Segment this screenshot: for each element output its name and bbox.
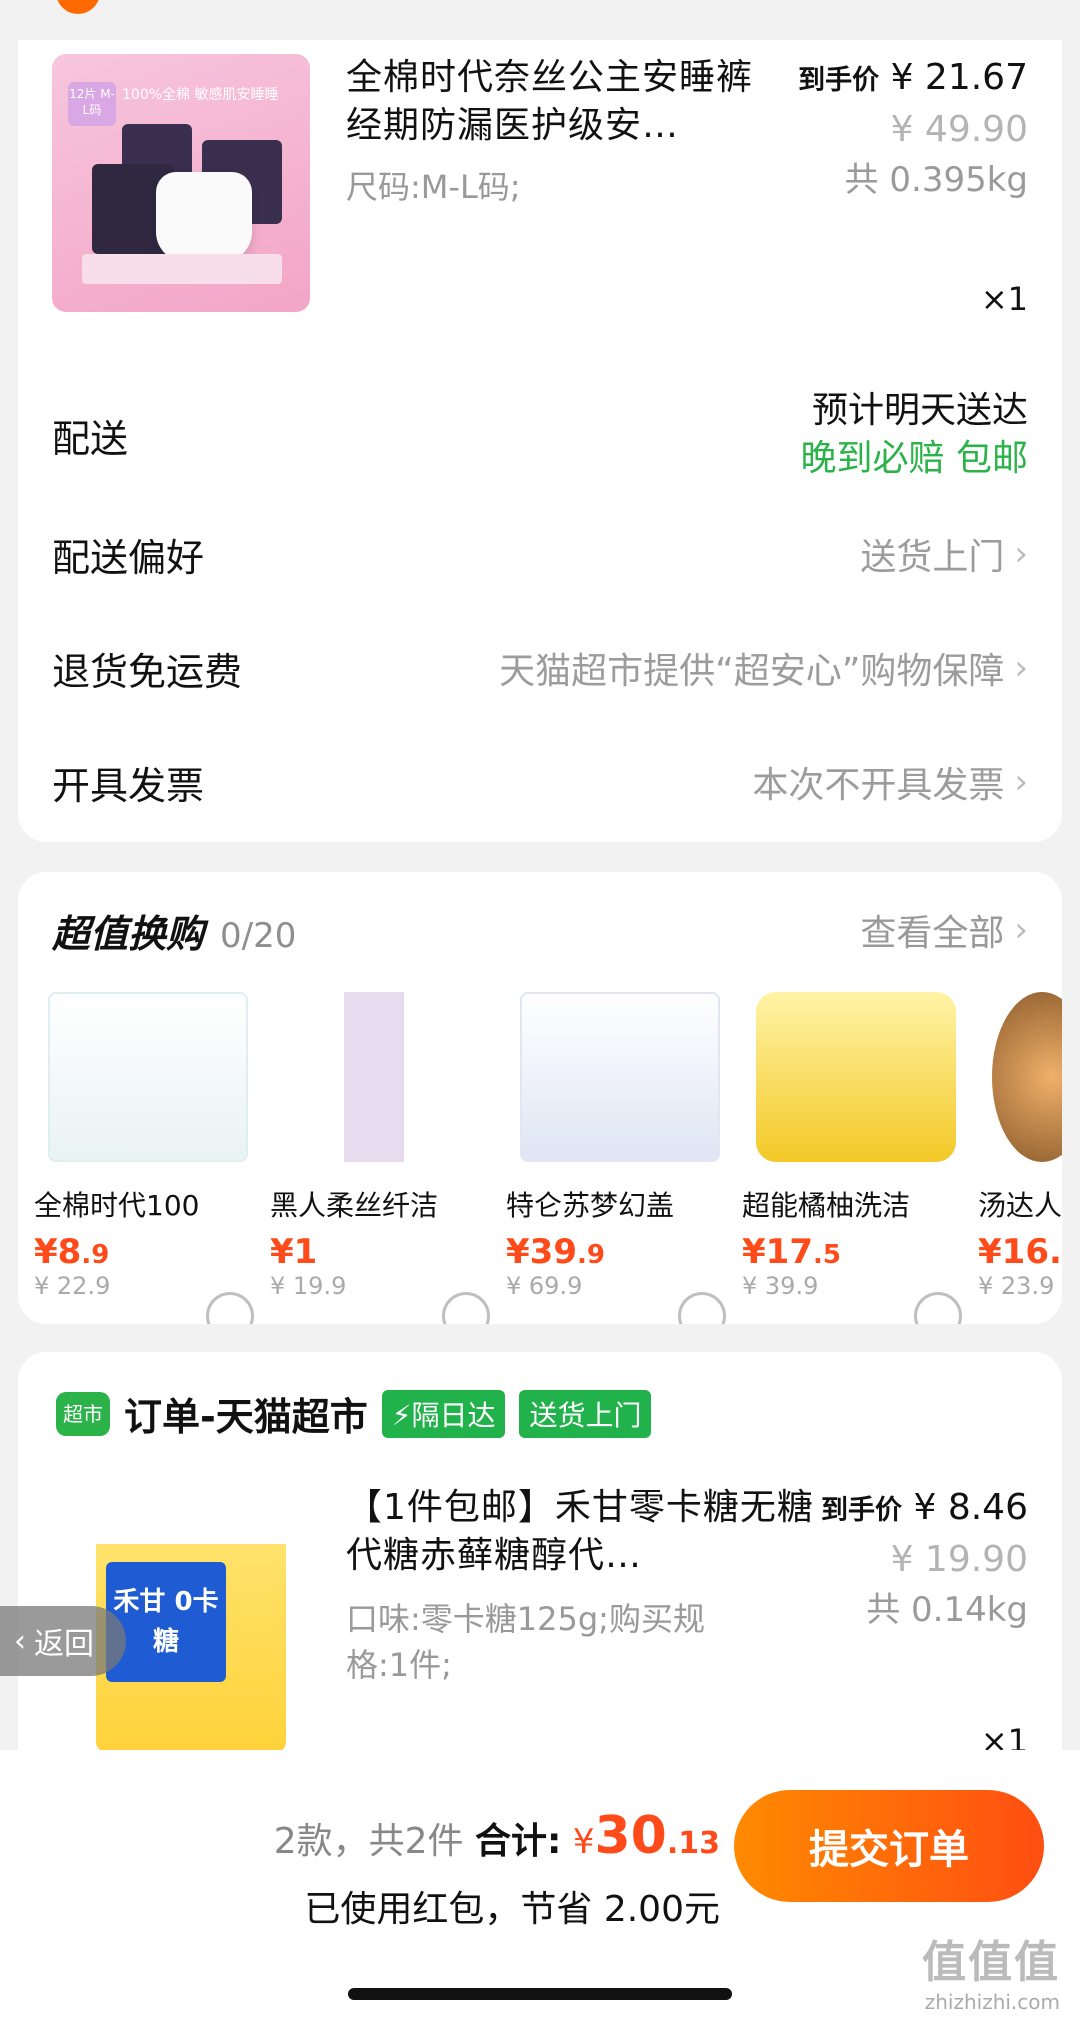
- chevron-right-icon: ›: [1014, 910, 1028, 950]
- order-card-1: 12片 M-L码 100%全棉 敏感肌安睡睡 全棉时代奈丝公主安睡裤经期防漏医护…: [18, 40, 1062, 842]
- swap-item-price: ¥16.: [978, 1232, 1062, 1272]
- swap-item-name: 超能橘柚洗洁: [742, 1189, 911, 1222]
- door-delivery-tag: 送货上门: [519, 1389, 652, 1438]
- swap-item-name: 黑人柔丝纤洁: [270, 1189, 439, 1222]
- swap-item-name: 特仑苏梦幻盖: [506, 1189, 675, 1222]
- delivery-pref-value: 送货上门: [860, 537, 1005, 578]
- swap-section: 超值换购 0/20 查看全部 › 全棉时代100 ¥8.9 ¥ 22.9 黑人柔丝纤…: [18, 872, 1062, 1324]
- delivery-pref-label: 配送偏好: [52, 535, 205, 580]
- back-label: 返回: [34, 1627, 94, 1662]
- delivery-guarantee: 晚到必赔 包邮: [800, 438, 1028, 479]
- swap-item-name: 全棉时代100: [34, 1189, 200, 1222]
- invoice-label: 开具发票: [52, 763, 205, 808]
- return-value: 天猫超市提供“超安心”购物保障: [499, 651, 1005, 692]
- product-2-price: 到手价 ¥ 8.46: [821, 1487, 1028, 1528]
- delivery-label: 配送: [52, 416, 129, 461]
- product-1-spec: 尺码:M-L码;: [346, 168, 521, 206]
- delivery-info: 预计明天送达 晚到必赔 包邮: [801, 387, 1028, 483]
- delivery-row: 配送 预计明天送达 晚到必赔 包邮: [52, 380, 1028, 490]
- product-1-price: 到手价 ¥ 21.67: [798, 57, 1028, 98]
- savings-text: 已使用红包，节省 2.00元: [304, 1889, 720, 1930]
- return-row[interactable]: 退货免运费 天猫超市提供“超安心”购物保障 ›: [52, 618, 1028, 718]
- swap-title: 超值换购 0/20: [52, 911, 297, 956]
- swap-item[interactable]: 特仑苏梦幻盖 ¥39.9 ¥ 69.9: [506, 992, 736, 1324]
- noodle-image: [992, 992, 1062, 1162]
- product-1-price-col: 到手价 ¥ 21.67 ¥ 49.90 共 0.395kg: [798, 54, 1028, 205]
- home-indicator[interactable]: [348, 1988, 732, 2000]
- swap-item-name: 汤达人: [978, 1189, 1062, 1222]
- watermark: 值值值 zhizhizhi.com: [922, 1937, 1060, 2014]
- currency-symbol: ¥: [572, 1822, 595, 1862]
- supermarket-icon: 超市: [56, 1391, 110, 1436]
- swap-item-orig-price: ¥ 23.9: [978, 1272, 1055, 1300]
- total-decimal: .13: [666, 1826, 720, 1861]
- swap-item-price: ¥39.9: [506, 1232, 605, 1272]
- total-line: 2款，共2件 合计: ¥30.13: [274, 1806, 720, 1866]
- swap-item-price: ¥8.9: [34, 1232, 110, 1272]
- tissue-image: [48, 992, 248, 1162]
- product-2-spec: 口味:零卡糖125g;购买规格:1件;: [346, 1600, 705, 1684]
- product-2-price-col: 到手价 ¥ 8.46 ¥ 19.90 共 0.14kg: [821, 1484, 1028, 1635]
- item-count: 2款，共2件: [273, 1821, 464, 1862]
- product-1-qty: ×1: [980, 280, 1028, 318]
- chevron-left-icon: ‹: [14, 1623, 26, 1659]
- product-2-title[interactable]: 【1件包邮】禾甘零卡糖无糖代糖赤藓糖醇代…: [346, 1484, 826, 1580]
- chevron-right-icon: ›: [1014, 762, 1028, 802]
- product-1-weight: 共 0.395kg: [844, 160, 1028, 200]
- next-day-tag: ⚡隔日达: [381, 1389, 506, 1438]
- delivery-eta: 预计明天送达: [811, 390, 1028, 431]
- dish-soap-image: [756, 992, 956, 1162]
- delivery-pref-row[interactable]: 配送偏好 送货上门 ›: [52, 504, 1028, 604]
- product-2-original-price: ¥ 19.90: [890, 1539, 1028, 1580]
- product-1-original-price: ¥ 49.90: [890, 109, 1028, 150]
- top-orange-badge: [56, 0, 100, 14]
- submit-order-button[interactable]: 提交订单: [734, 1790, 1044, 1902]
- total-integer: 30: [594, 1806, 667, 1866]
- return-label: 退货免运费: [52, 649, 243, 694]
- product-2-label: 禾甘 0卡糖: [106, 1562, 226, 1682]
- product-1-caption: 100%全棉 敏感肌安睡睡: [122, 87, 279, 103]
- swap-count: 0/20: [220, 915, 297, 956]
- swap-item[interactable]: 汤达人 ¥16. ¥ 23.9: [978, 992, 1062, 1300]
- swap-item-price: ¥1: [270, 1232, 318, 1272]
- swap-item[interactable]: 黑人柔丝纤洁 ¥1 ¥ 19.9: [270, 992, 500, 1324]
- shop-name[interactable]: 订单-天猫超市: [124, 1386, 368, 1441]
- invoice-value: 本次不开具发票: [752, 765, 1005, 806]
- total-label: 合计:: [474, 1821, 562, 1862]
- invoice-row[interactable]: 开具发票 本次不开具发票 ›: [52, 732, 1028, 832]
- product-2-weight: 共 0.14kg: [866, 1590, 1028, 1630]
- view-all-link[interactable]: 查看全部 ›: [860, 904, 1028, 956]
- product-1-badge: 12片 M-L码: [68, 82, 116, 126]
- product-2-image[interactable]: 禾甘 0卡糖: [96, 1492, 286, 1752]
- shop-header: 超市 订单-天猫超市 ⚡隔日达 送货上门: [56, 1386, 652, 1441]
- product-1-title[interactable]: 全棉时代奈丝公主安睡裤经期防漏医护级安…: [346, 54, 776, 150]
- swap-item[interactable]: 超能橘柚洗洁 ¥17.5 ¥ 39.9: [742, 992, 972, 1324]
- checkout-bar: 2款，共2件 合计: ¥30.13 已使用红包，节省 2.00元 提交订单 值值…: [0, 1750, 1080, 2022]
- milk-box-image: [520, 992, 720, 1162]
- toothbrush-image: [284, 992, 484, 1162]
- swap-item-price: ¥17.5: [742, 1232, 841, 1272]
- chevron-right-icon: ›: [1014, 534, 1028, 574]
- chevron-right-icon: ›: [1014, 648, 1028, 688]
- back-button[interactable]: ‹ 返回: [0, 1606, 126, 1676]
- product-1-image[interactable]: 12片 M-L码 100%全棉 敏感肌安睡睡: [52, 54, 310, 312]
- swap-item[interactable]: 全棉时代100 ¥8.9 ¥ 22.9: [34, 992, 264, 1324]
